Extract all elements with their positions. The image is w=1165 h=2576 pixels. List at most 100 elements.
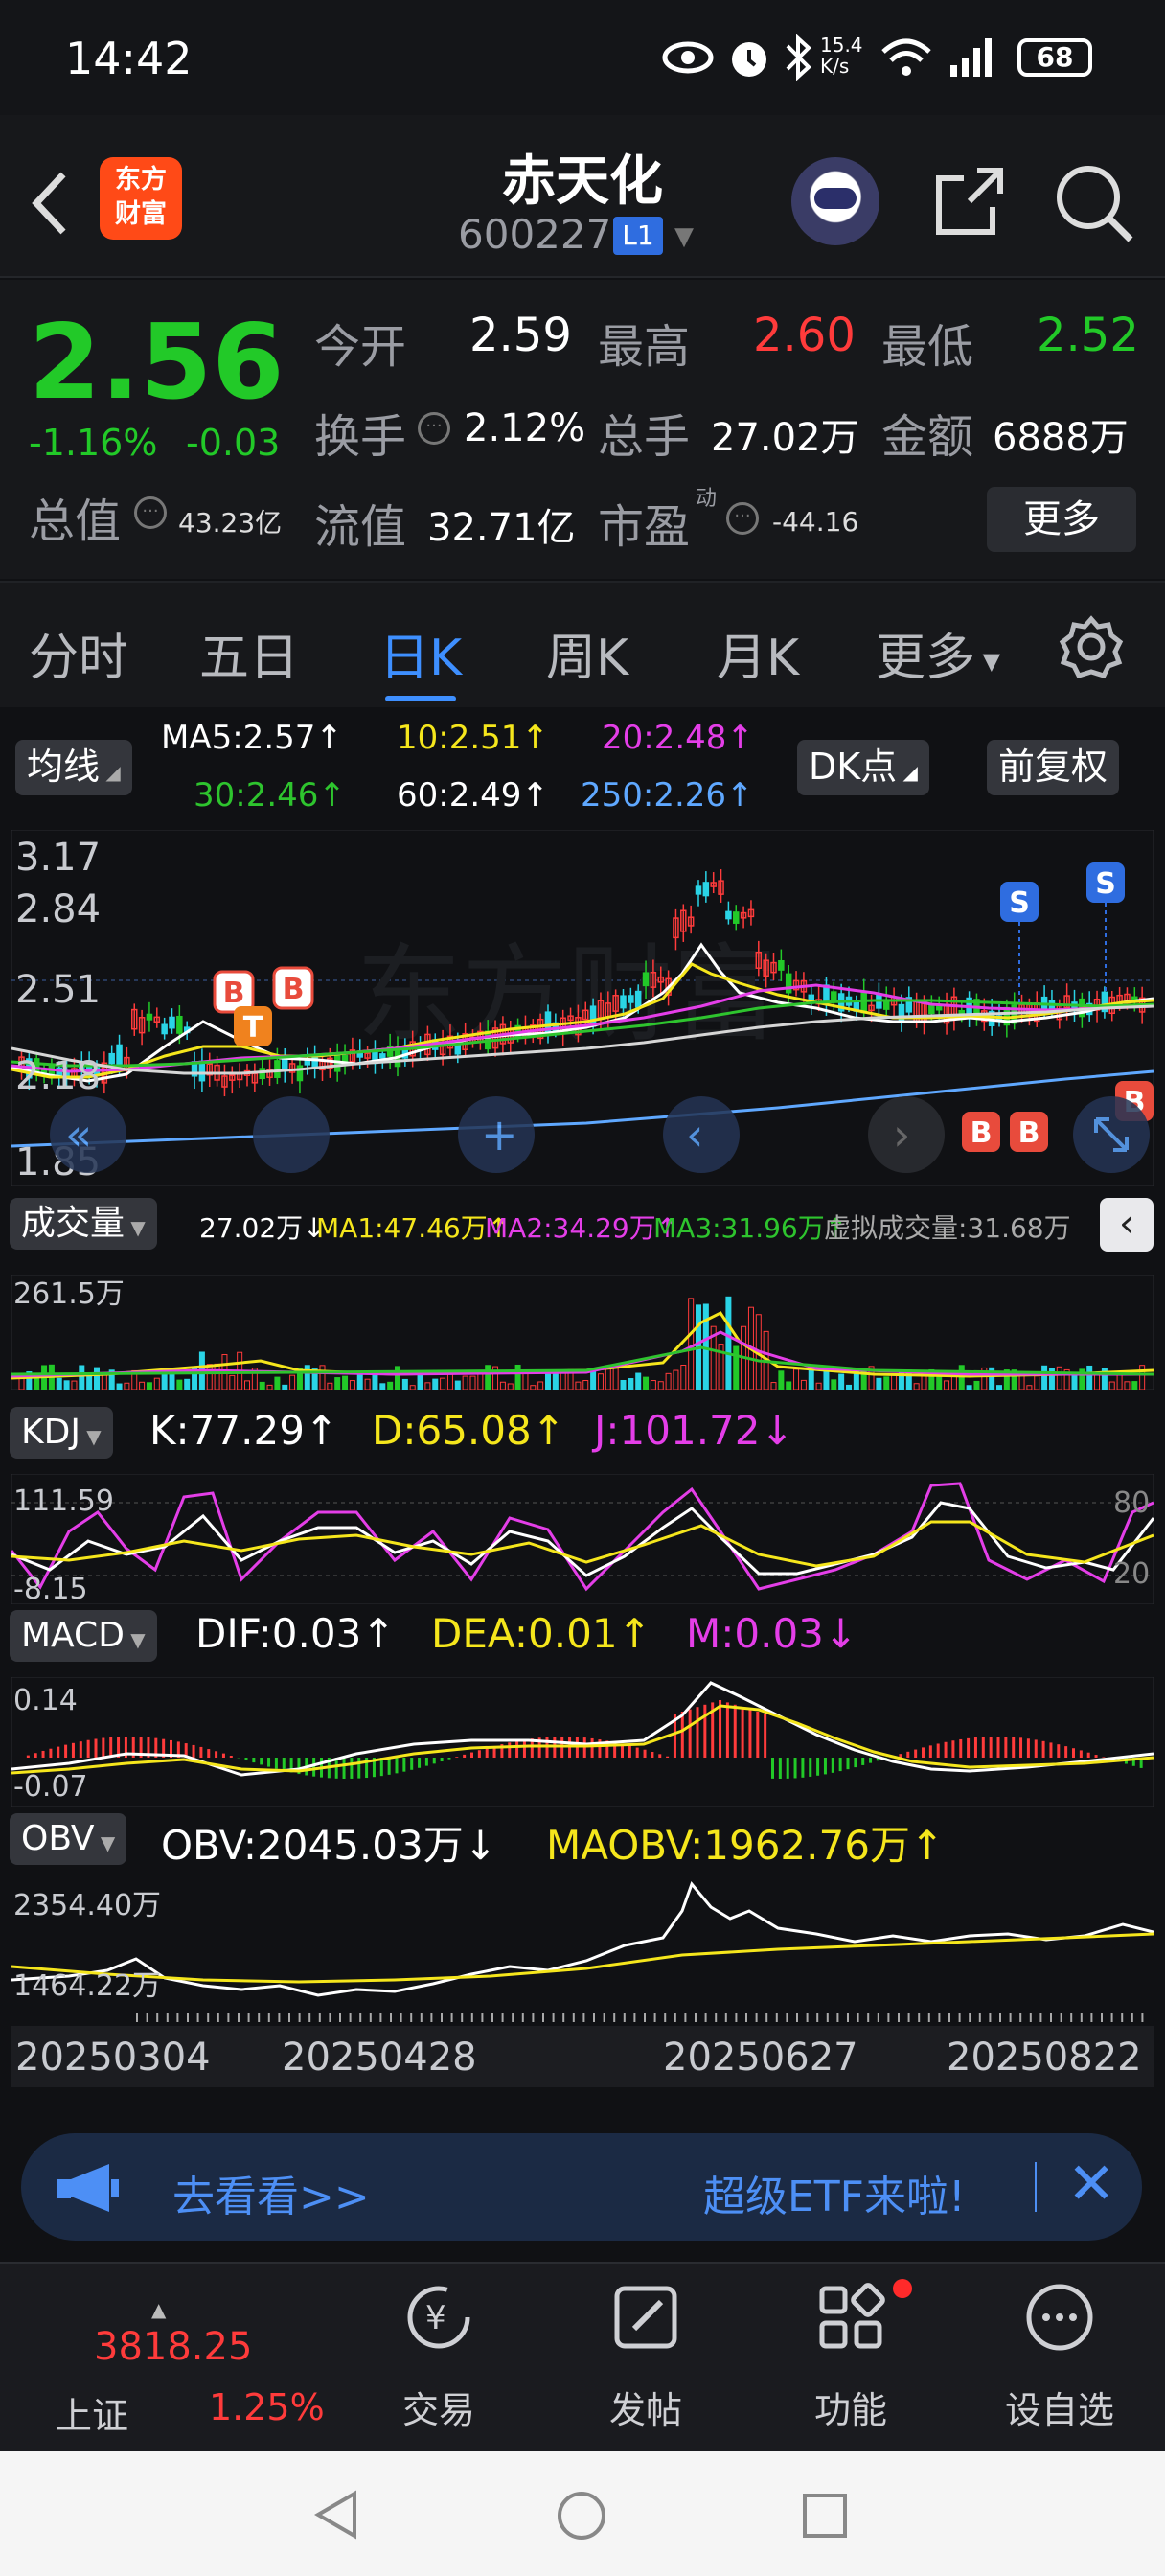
axis-tick [166, 2012, 169, 2022]
axis-tick [644, 2012, 646, 2022]
tab-weekly-k[interactable]: 周K [546, 617, 628, 689]
macd-bar [719, 1700, 722, 1758]
volume-bar [184, 1378, 191, 1390]
promo-banner[interactable]: 去看看>> 超级ETF来啦! ✕ [21, 2133, 1142, 2241]
share-icon[interactable] [925, 159, 1012, 245]
axis-tick [238, 2012, 240, 2022]
dk-point-button[interactable]: DK点 ◢ [797, 740, 929, 795]
settings-gear-icon[interactable] [1058, 613, 1125, 680]
index-name[interactable]: 上证 [56, 2386, 128, 2439]
info-icon[interactable]: ··· [418, 412, 450, 445]
more-button[interactable]: 更多 [987, 487, 1136, 552]
macd-bar [402, 1758, 406, 1772]
macd-bar [771, 1758, 774, 1779]
macd-selector[interactable]: MACD ▼ [10, 1610, 157, 1662]
candle [341, 1054, 349, 1063]
adjust-button[interactable]: 前复权 [987, 740, 1120, 795]
more-dots-icon [1026, 2284, 1093, 2351]
volume-bar [514, 1364, 521, 1390]
axis-tick [430, 2012, 433, 2022]
net-speed: 15.4 K/s [820, 34, 863, 78]
obv-selector[interactable]: OBV ▼ [10, 1813, 127, 1865]
tab-daily-k[interactable]: 日K [379, 617, 462, 689]
volume-bar [387, 1381, 394, 1390]
volume-bar [778, 1370, 785, 1390]
macd-bar [748, 1709, 752, 1758]
float-value: 32.71亿 [427, 506, 576, 550]
info-icon[interactable]: ··· [726, 502, 759, 535]
macd-y-top: 0.14 [13, 1684, 78, 1717]
tab-five-day[interactable]: 五日 [199, 617, 299, 689]
candle [274, 1060, 281, 1078]
search-icon[interactable] [1050, 159, 1136, 245]
macd-bar [26, 1755, 30, 1758]
info-icon[interactable]: ··· [134, 496, 167, 529]
low-value: 2.52 [1037, 309, 1139, 362]
macd-bar [922, 1747, 925, 1758]
macd-bar [455, 1757, 459, 1758]
system-home-icon[interactable] [556, 2490, 607, 2542]
level-badge[interactable]: L1 [613, 217, 663, 255]
macd-bar [522, 1739, 526, 1758]
nav-functions[interactable]: 功能 [774, 2279, 927, 2444]
volume-bar [116, 1383, 123, 1390]
index-percent[interactable]: 1.25% [209, 2386, 325, 2428]
kdj-chart: 111.59 -8.15 80 20 [11, 1474, 1154, 1604]
caret-down-icon[interactable]: ▼ [674, 222, 694, 251]
macd-y-bottom: -0.07 [13, 1770, 88, 1804]
alarm-icon [732, 42, 766, 77]
ma-selector[interactable]: 均线 ◢ [15, 740, 132, 795]
macd-bar [831, 1758, 834, 1773]
macd-bar [515, 1740, 519, 1758]
macd-bar [741, 1707, 744, 1758]
macd-bar [1004, 1736, 1008, 1758]
zoom-out-button[interactable] [253, 1096, 330, 1173]
nav-trade[interactable]: ¥ 交易 [362, 2281, 515, 2444]
system-back-icon[interactable] [312, 2490, 360, 2540]
volume-bar [86, 1375, 93, 1390]
maobv-value: MAOBV:1962.76万↑ [546, 1822, 945, 1869]
candle [725, 910, 732, 920]
macd-bar [996, 1736, 1000, 1758]
status-bar: 14:42 15.4 K/s 68 [0, 0, 1165, 115]
axis-tick [318, 2012, 321, 2022]
kdj-selector[interactable]: KDJ ▼ [10, 1407, 113, 1459]
macd-bar [215, 1751, 218, 1758]
nav-post[interactable]: 发帖 [569, 2281, 722, 2444]
close-icon[interactable]: ✕ [1067, 2150, 1115, 2218]
volume-label: 总手 [598, 410, 691, 464]
macd-bar [463, 1754, 467, 1758]
volume-selector[interactable]: 成交量 ▼ [10, 1198, 157, 1250]
tab-more[interactable]: 更多 ▼ [876, 617, 1000, 689]
system-recents-icon[interactable] [801, 2492, 849, 2540]
nav-watchlist[interactable]: 设自选 [983, 2281, 1136, 2444]
y-tick: 3.17 [15, 836, 101, 880]
banner-cta[interactable]: 去看看>> [172, 2162, 370, 2223]
volume-bar [176, 1379, 183, 1390]
tab-monthly-k[interactable]: 月K [717, 617, 799, 689]
open-value: 2.59 [469, 309, 572, 362]
axis-tick [1121, 2012, 1124, 2022]
axis-tick [308, 2012, 311, 2022]
candlestick-chart[interactable]: 东方财富 3.17 2.84 2.51 2.18 1.85 B B T B B … [11, 830, 1154, 1186]
collapse-panel-button[interactable]: ‹ [1100, 1198, 1154, 1252]
kdj-d: D:65.08↑ [372, 1407, 565, 1454]
candle [928, 1004, 935, 1015]
volume-bar [334, 1377, 341, 1390]
macd-bar [823, 1758, 827, 1775]
volume-bar [733, 1346, 740, 1390]
tab-intraday[interactable]: 分时 [29, 617, 128, 689]
index-value[interactable]: 3818.25 [94, 2325, 252, 2369]
axis-tick [927, 2012, 930, 2022]
edit-icon [614, 2286, 677, 2349]
vol-virtual: 虚拟成交量:31.68万 [824, 1212, 1071, 1244]
macd-bar [387, 1758, 391, 1775]
candle [628, 995, 634, 1003]
macd-bar [1012, 1736, 1016, 1758]
date-label: 20250304 [15, 2036, 211, 2080]
macd-bar [1034, 1739, 1038, 1758]
volume-bar [628, 1378, 634, 1390]
macd-bar [793, 1758, 797, 1779]
assistant-robot-icon[interactable] [791, 157, 879, 245]
macd-bar [244, 1758, 248, 1760]
